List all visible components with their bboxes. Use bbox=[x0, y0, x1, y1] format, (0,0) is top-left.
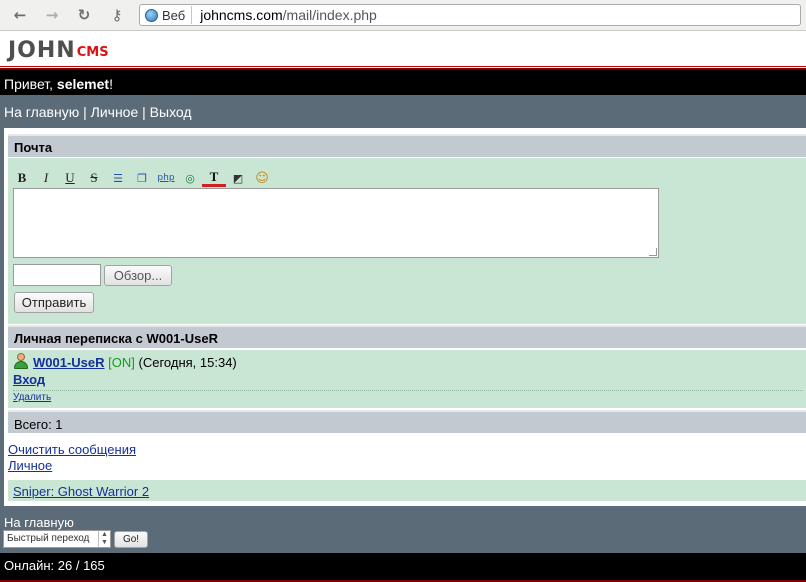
message-meta: W001-UseR [ON] (Сегодня, 15:34) bbox=[33, 355, 237, 370]
top-navigation: На главную | Личное | Выход bbox=[4, 104, 192, 120]
file-path-input[interactable] bbox=[13, 264, 101, 286]
greeting-bar: Привет, selemet! bbox=[0, 68, 806, 95]
text-color-icon[interactable]: T bbox=[202, 169, 226, 187]
conversation-header: Личная переписка с W001-UseR bbox=[8, 325, 806, 348]
back-icon[interactable]: ← bbox=[11, 6, 29, 24]
background-color-icon[interactable]: ◩ bbox=[226, 169, 250, 187]
search-chip[interactable]: Веб bbox=[142, 6, 193, 24]
go-button[interactable]: Go! bbox=[114, 531, 148, 548]
nav-home-link[interactable]: На главную bbox=[4, 104, 79, 120]
greeting-username: selemet bbox=[56, 76, 110, 92]
forward-icon[interactable]: → bbox=[43, 6, 61, 24]
user-icon-head bbox=[17, 353, 25, 361]
logo-john: JOHN bbox=[8, 38, 76, 63]
browse-button[interactable]: Обзор... bbox=[104, 265, 172, 286]
url-text[interactable]: johncms.com/mail/index.php bbox=[200, 7, 377, 23]
site-logo[interactable]: JOHN CMS bbox=[8, 38, 109, 63]
copy-icon[interactable]: ❐ bbox=[130, 169, 154, 187]
message-author-link[interactable]: W001-UseR bbox=[33, 355, 105, 370]
italic-icon[interactable]: I bbox=[34, 169, 58, 187]
list-icon[interactable]: ☰ bbox=[106, 169, 130, 187]
message-text[interactable]: Вход bbox=[13, 372, 45, 387]
clear-messages-link[interactable]: Очистить сообщения bbox=[8, 442, 136, 457]
nav-separator: | bbox=[138, 104, 150, 120]
nav-logout-link[interactable]: Выход bbox=[150, 104, 192, 120]
globe-icon bbox=[145, 8, 158, 22]
reload-icon[interactable]: ↻ bbox=[75, 6, 93, 24]
greeting-suffix: ! bbox=[109, 76, 113, 92]
php-icon[interactable]: php bbox=[154, 169, 178, 187]
select-arrows-icon: ▲ ▼ bbox=[98, 531, 110, 547]
mail-header: Почта bbox=[8, 134, 806, 157]
browser-toolbar: ← → ↻ ⚷ Веб johncms.com/mail/index.php bbox=[0, 0, 806, 31]
divider bbox=[13, 390, 803, 391]
strikethrough-icon[interactable]: S bbox=[82, 169, 106, 187]
personal-link[interactable]: Личное bbox=[8, 458, 52, 473]
user-icon-body bbox=[14, 361, 28, 369]
delete-message-link[interactable]: Удалить bbox=[13, 392, 51, 403]
greeting-prefix: Привет, bbox=[4, 76, 57, 92]
total-count: Всего: 1 bbox=[8, 410, 806, 433]
send-button[interactable]: Отправить bbox=[14, 292, 94, 313]
site-header: JOHN CMS bbox=[0, 31, 806, 67]
resize-grip-icon[interactable] bbox=[649, 248, 657, 256]
underline-icon[interactable]: U bbox=[58, 169, 82, 187]
url-path: /mail/index.php bbox=[282, 7, 377, 23]
logo-cms: CMS bbox=[76, 45, 109, 60]
link-icon[interactable]: ◎ bbox=[178, 169, 202, 187]
address-bar[interactable]: Веб johncms.com/mail/index.php bbox=[139, 4, 801, 26]
footer-home-link[interactable]: На главную bbox=[4, 515, 74, 530]
url-host: johncms.com bbox=[200, 7, 283, 23]
ad-link[interactable]: Sniper: Ghost Warrior 2 bbox=[13, 484, 149, 499]
message-textarea[interactable] bbox=[13, 188, 659, 258]
user-icon bbox=[13, 353, 28, 369]
quick-jump-select[interactable]: Быстрый переход ▲ ▼ bbox=[3, 530, 111, 548]
nav-personal-link[interactable]: Личное bbox=[91, 104, 139, 120]
online-counter: Онлайн: 26 / 165 bbox=[0, 553, 806, 582]
quick-jump-value: Быстрый переход bbox=[7, 533, 90, 544]
format-toolbar: B I U S ☰ ❐ php ◎ T ◩ ☺ bbox=[10, 169, 274, 187]
online-status: [ON] bbox=[108, 355, 135, 370]
search-chip-label: Веб bbox=[162, 7, 186, 23]
message-time: (Сегодня, 15:34) bbox=[138, 355, 237, 370]
smiley-icon[interactable]: ☺ bbox=[250, 169, 274, 187]
bold-icon[interactable]: B bbox=[10, 169, 34, 187]
key-icon[interactable]: ⚷ bbox=[106, 6, 128, 24]
nav-separator: | bbox=[79, 104, 91, 120]
